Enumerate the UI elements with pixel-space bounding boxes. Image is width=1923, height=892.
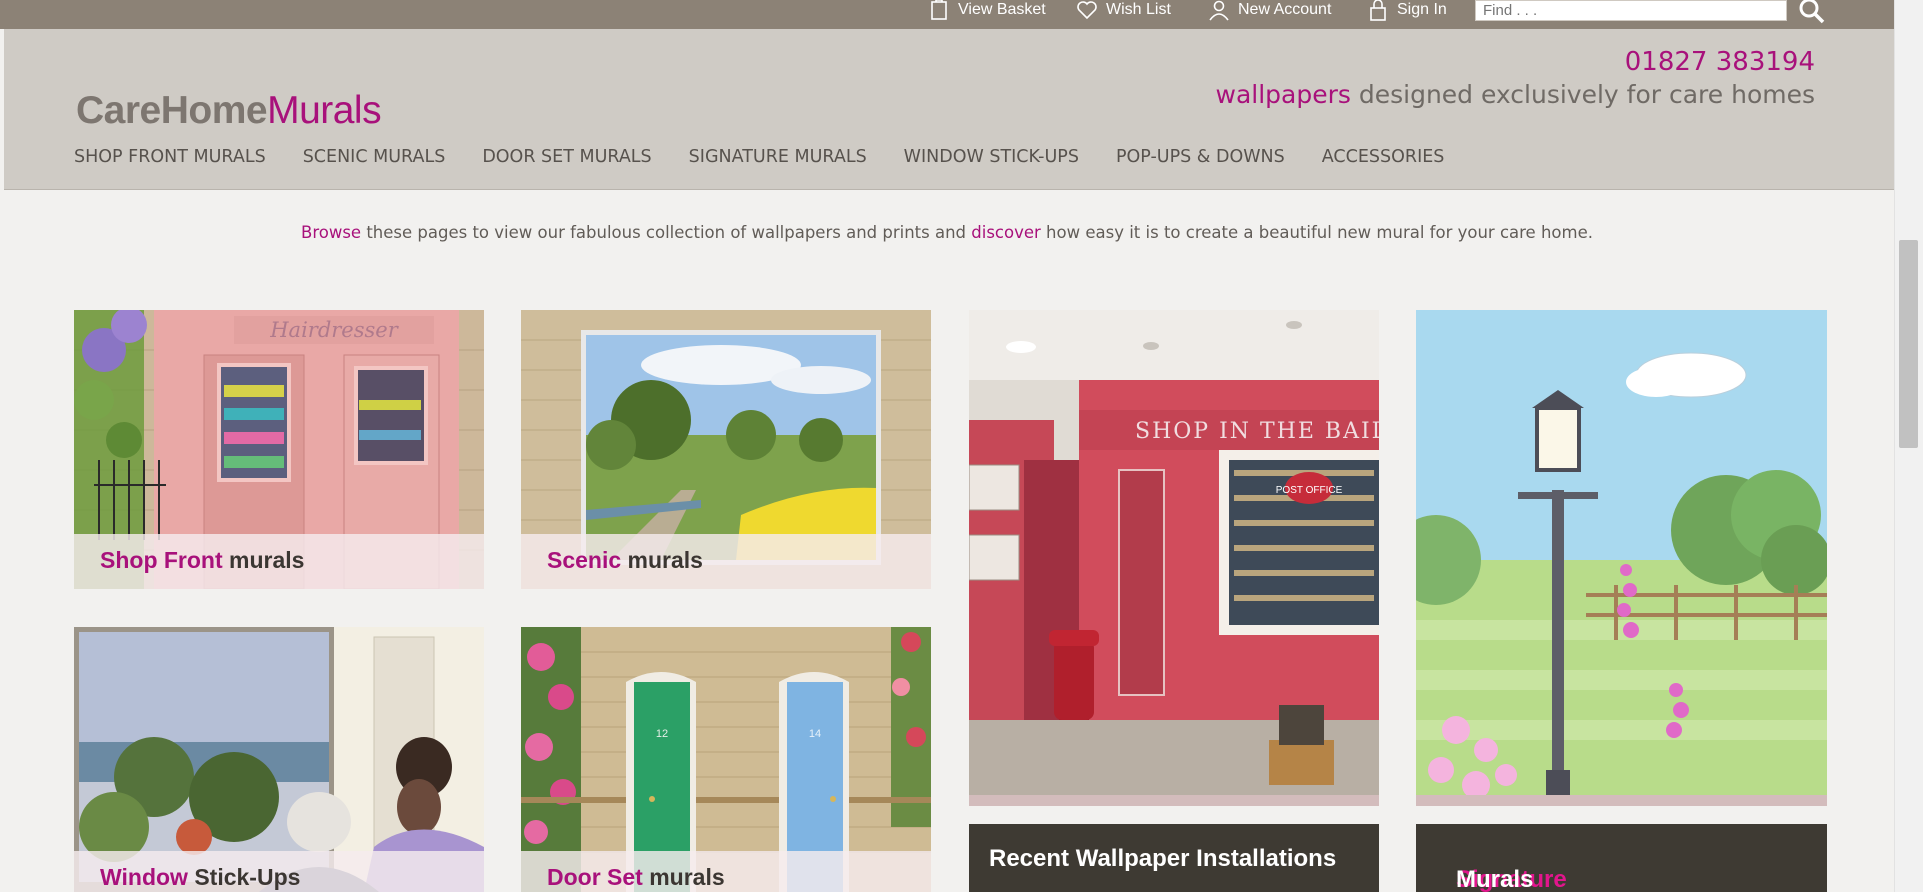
- tile-door-set[interactable]: 12 14 Door Set murals: [521, 627, 931, 892]
- tile-window-stick-ups[interactable]: Window Stick-Ups: [74, 627, 484, 892]
- logo-murals: Murals: [267, 89, 382, 132]
- lock-icon: [1370, 0, 1386, 21]
- nav-scenic-murals[interactable]: SCENIC MURALS: [303, 147, 446, 167]
- installations-image: SHOP IN THE BAIL POST OFFICE: [969, 310, 1379, 806]
- door-number-14: 14: [809, 728, 821, 740]
- search-input[interactable]: [1475, 0, 1787, 21]
- logo-carehome: CareHome: [76, 89, 268, 132]
- installations-caption: Recent Wallpaper Installations: [969, 824, 1379, 892]
- signature-image: [1416, 310, 1827, 806]
- shop-in-the-bail-sign: SHOP IN THE BAIL: [1135, 419, 1379, 444]
- nav-signature-murals[interactable]: SIGNATURE MURALS: [689, 147, 867, 167]
- wish-list-label: Wish List: [1106, 1, 1171, 18]
- tagline-highlight: wallpapers: [1215, 80, 1351, 109]
- nav-door-set-murals[interactable]: DOOR SET MURALS: [482, 147, 651, 167]
- door-set-caption: Door Set murals: [521, 851, 931, 892]
- nav-pop-ups-downs[interactable]: POP-UPS & DOWNS: [1116, 147, 1285, 167]
- site-logo[interactable]: CareHomeMurals: [76, 89, 382, 133]
- search-icon[interactable]: [1797, 0, 1827, 24]
- scenic-caption: Scenic murals: [521, 534, 931, 589]
- sign-in-link[interactable]: Sign In: [1367, 0, 1447, 21]
- scenic-caption-text: Scenic murals: [547, 547, 703, 573]
- intro-part1: these pages to view our fabulous collect…: [361, 223, 972, 242]
- site-header: CareHomeMurals 01827 383194 wallpapers d…: [4, 29, 1894, 190]
- tile-shop-front[interactable]: Hairdresser Shop Front murals: [74, 310, 484, 589]
- tile-recent-installations[interactable]: SHOP IN THE BAIL POST OFFICE Recent Wall…: [969, 310, 1379, 892]
- scrollbar-thumb[interactable]: [1899, 240, 1918, 448]
- phone-number[interactable]: 01827 383194: [1625, 47, 1815, 77]
- door-set-caption-text: Door Set murals: [547, 864, 725, 890]
- window-caption-text: Window Stick-Ups: [100, 864, 301, 890]
- view-basket-label: View Basket: [958, 1, 1046, 18]
- browse-link[interactable]: Browse: [301, 223, 361, 242]
- shop-front-caption: Shop Front murals: [74, 534, 484, 589]
- post-office-sign: POST OFFICE: [1276, 485, 1343, 496]
- utility-bar: View Basket Wish List New Account Sign I…: [0, 0, 1894, 29]
- basket-icon: [931, 0, 947, 20]
- tile-signature[interactable]: Signature Murals: [1416, 310, 1827, 892]
- nav-shop-front-murals[interactable]: SHOP FRONT MURALS: [74, 147, 266, 167]
- heart-icon: [1077, 1, 1097, 20]
- tagline-rest: designed exclusively for care homes: [1350, 80, 1815, 109]
- intro-text: Browse these pages to view our fabulous …: [0, 223, 1894, 242]
- user-icon: [1209, 0, 1229, 21]
- wish-list-link[interactable]: Wish List: [1076, 0, 1171, 20]
- new-account-link[interactable]: New Account: [1208, 0, 1332, 21]
- sign-in-label: Sign In: [1397, 1, 1447, 18]
- new-account-label: New Account: [1238, 1, 1332, 18]
- window-caption: Window Stick-Ups: [74, 851, 484, 892]
- shop-front-caption-text: Shop Front murals: [100, 547, 305, 573]
- intro-part2: how easy it is to create a beautiful new…: [1040, 223, 1593, 242]
- signature-caption: Signature Murals: [1416, 824, 1827, 892]
- tile-scenic[interactable]: Scenic murals: [521, 310, 931, 589]
- installations-caption-text: Recent Wallpaper Installations: [989, 845, 1337, 872]
- tagline: wallpapers designed exclusively for care…: [1216, 80, 1816, 109]
- view-basket-link[interactable]: View Basket: [928, 0, 1046, 20]
- nav-accessories[interactable]: ACCESSORIES: [1322, 147, 1445, 167]
- hairdresser-sign: Hairdresser: [269, 318, 399, 342]
- discover-link[interactable]: discover: [971, 223, 1041, 242]
- nav-window-stick-ups[interactable]: WINDOW STICK-UPS: [904, 147, 1079, 167]
- door-number-12: 12: [656, 728, 668, 740]
- main-nav: SHOP FRONT MURALS SCENIC MURALS DOOR SET…: [74, 147, 1481, 167]
